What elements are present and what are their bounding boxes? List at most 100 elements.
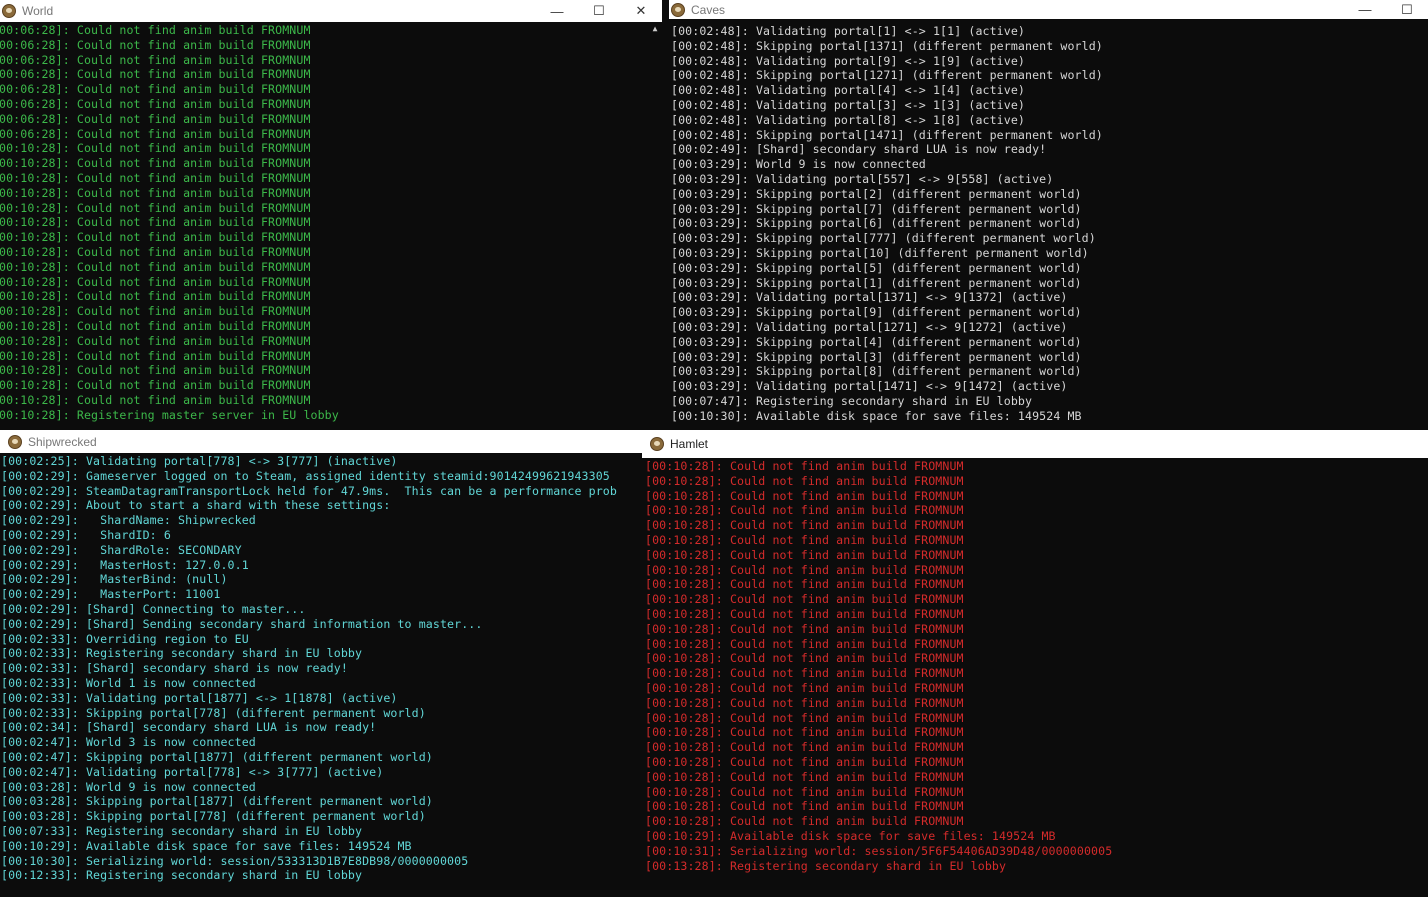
console-line: 00:06:28]: Could not find anim build FRO… — [0, 67, 311, 82]
console-line: [00:10:28]: Could not find anim build FR… — [645, 621, 964, 636]
console-line: [00:10:28]: Could not find anim build FR… — [645, 799, 964, 814]
console-line: [00:10:28]: Could not find anim build FR… — [645, 503, 964, 518]
scroll-up-icon[interactable]: ▲ — [648, 22, 662, 36]
console-line: [00:10:31]: Serializing world: session/5… — [645, 843, 1113, 858]
console-line: 00:10:28]: Could not find anim build FRO… — [0, 259, 311, 274]
console-line: [00:02:47]: Skipping portal[1877] (diffe… — [1, 749, 433, 764]
caves-console-window[interactable]: Caves — ☐ [00:02:48]: Validating portal[… — [669, 0, 1428, 432]
console-line: [00:02:48]: Validating portal[4] <-> 1[4… — [671, 83, 1026, 98]
console-line: [00:10:28]: Could not find anim build FR… — [645, 814, 964, 829]
world-console-window[interactable]: World — ☐ ✕ 00:06:28]: Could not find an… — [0, 0, 662, 430]
console-line: [00:10:28]: Could not find anim build FR… — [645, 725, 964, 740]
console-line: [00:10:28]: Could not find anim build FR… — [645, 562, 964, 577]
console-line: [00:10:28]: Could not find anim build FR… — [645, 636, 964, 651]
console-line: [00:10:28]: Could not find anim build FR… — [645, 666, 964, 681]
console-line: [00:10:30]: Available disk space for sav… — [671, 408, 1082, 423]
console-line: [00:10:28]: Could not find anim build FR… — [645, 532, 964, 547]
close-icon[interactable]: ✕ — [620, 3, 662, 19]
caves-console-output[interactable]: [00:02:48]: Validating portal[1] <-> 1[1… — [671, 24, 1428, 432]
console-line: [00:02:33]: [Shard] secondary shard is n… — [1, 661, 348, 676]
console-line: [00:02:33]: Overriding region to EU — [1, 631, 249, 646]
console-line: 00:06:28]: Could not find anim build FRO… — [0, 96, 311, 111]
console-line: [00:07:47]: Registering secondary shard … — [671, 393, 1033, 408]
console-line: [00:10:28]: Could not find anim build FR… — [645, 651, 964, 666]
console-line: 00:06:28]: Could not find anim build FRO… — [0, 111, 311, 126]
console-line: [00:02:33]: Registering secondary shard … — [1, 646, 363, 661]
console-line: [00:02:48]: Skipping portal[1371] (diffe… — [671, 38, 1103, 53]
console-line: [00:03:29]: Skipping portal[777] (differ… — [671, 231, 1096, 246]
console-line: 00:06:28]: Could not find anim build FRO… — [0, 126, 311, 141]
console-line: [00:03:28]: Skipping portal[1877] (diffe… — [1, 794, 433, 809]
console-line: [00:02:48]: Validating portal[1] <-> 1[1… — [671, 24, 1026, 38]
console-line: [00:10:28]: Could not find anim build FR… — [645, 473, 964, 488]
maximize-icon[interactable]: ☐ — [578, 3, 620, 19]
console-line: 00:06:28]: Could not find anim build FRO… — [0, 23, 311, 37]
console-line: [00:10:28]: Could not find anim build FR… — [645, 592, 964, 607]
maximize-icon[interactable]: ☐ — [1386, 2, 1428, 18]
console-line: 00:06:28]: Could not find anim build FRO… — [0, 37, 311, 52]
console-line: [00:10:28]: Could not find anim build FR… — [645, 518, 964, 533]
console-line: [00:02:29]: ShardID: 6 — [1, 527, 171, 542]
console-line: [00:10:28]: Could not find anim build FR… — [645, 740, 964, 755]
console-line: [00:03:28]: World 9 is now connected — [1, 779, 256, 794]
console-line: 00:10:28]: Could not find anim build FRO… — [0, 318, 311, 333]
console-line: [00:03:28]: Skipping portal[778] (differ… — [1, 809, 426, 824]
console-line: [00:03:29]: Skipping portal[7] (differen… — [671, 201, 1082, 216]
console-line: [00:02:34]: [Shard] secondary shard LUA … — [1, 720, 377, 735]
dont-starve-app-icon — [8, 434, 22, 449]
dont-starve-app-icon — [2, 4, 16, 18]
shipwrecked-console-output[interactable]: [00:02:25]: Validating portal[778] <-> 3… — [1, 454, 648, 897]
console-line: [00:12:33]: Registering secondary shard … — [1, 868, 363, 883]
world-scrollbar[interactable]: ▲ — [648, 22, 662, 430]
console-line: 00:10:28]: Could not find anim build FRO… — [0, 156, 311, 171]
console-line: [00:10:28]: Could not find anim build FR… — [645, 606, 964, 621]
console-line: [00:02:48]: Validating portal[8] <-> 1[8… — [671, 112, 1026, 127]
console-line: 00:10:28]: Could not find anim build FRO… — [0, 333, 311, 348]
console-line: [00:02:29]: ShardName: Shipwrecked — [1, 513, 256, 528]
console-line: [00:02:29]: About to start a shard with … — [1, 498, 391, 513]
hamlet-console-output[interactable]: [00:10:28]: Could not find anim build FR… — [645, 459, 1428, 897]
console-line: [00:10:28]: Could not find anim build FR… — [645, 680, 964, 695]
console-line: [00:10:28]: Could not find anim build FR… — [645, 695, 964, 710]
shipwrecked-console-window[interactable]: Shipwrecked [00:02:25]: Validating porta… — [0, 430, 648, 897]
minimize-icon[interactable]: — — [536, 4, 578, 19]
console-line: [00:02:48]: Skipping portal[1471] (diffe… — [671, 127, 1103, 142]
console-line: [00:10:29]: Available disk space for sav… — [645, 828, 1056, 843]
console-line: [00:03:29]: World 9 is now connected — [671, 157, 926, 172]
console-line: 00:06:28]: Could not find anim build FRO… — [0, 82, 311, 97]
console-line: [00:03:29]: Skipping portal[6] (differen… — [671, 216, 1082, 231]
console-line: [00:10:29]: Available disk space for sav… — [1, 838, 412, 853]
console-line: 00:10:28]: Registering master server in … — [0, 407, 339, 422]
hamlet-titlebar[interactable]: Hamlet — [642, 430, 1428, 458]
world-titlebar[interactable]: World — ☐ ✕ — [0, 0, 662, 22]
console-line: [00:02:33]: Skipping portal[778] (differ… — [1, 705, 426, 720]
console-line: [00:03:29]: Validating portal[557] <-> 9… — [671, 171, 1054, 186]
world-console-output[interactable]: 00:06:28]: Could not find anim build FRO… — [0, 23, 648, 430]
console-line: [00:02:33]: Validating portal[1877] <-> … — [1, 690, 398, 705]
console-line: [00:02:29]: ShardRole: SECONDARY — [1, 542, 242, 557]
caves-titlebar[interactable]: Caves — ☐ — [669, 0, 1428, 19]
console-line: 00:10:28]: Could not find anim build FRO… — [0, 392, 311, 407]
console-line: [00:10:28]: Could not find anim build FR… — [645, 488, 964, 503]
console-line: [00:02:48]: Validating portal[9] <-> 1[9… — [671, 53, 1026, 68]
minimize-icon[interactable]: — — [1344, 2, 1386, 17]
dont-starve-app-icon — [650, 437, 664, 451]
console-line: [00:10:28]: Could not find anim build FR… — [645, 784, 964, 799]
hamlet-window-title: Hamlet — [670, 437, 709, 451]
console-line: [00:02:25]: Validating portal[778] <-> 3… — [1, 454, 398, 468]
console-line: 00:10:28]: Could not find anim build FRO… — [0, 244, 311, 259]
console-line: [00:03:29]: Skipping portal[4] (differen… — [671, 334, 1082, 349]
console-line: [00:10:28]: Could not find anim build FR… — [645, 754, 964, 769]
hamlet-console-window[interactable]: Hamlet [00:10:28]: Could not find anim b… — [642, 430, 1428, 897]
console-line: 00:10:28]: Could not find anim build FRO… — [0, 215, 311, 230]
console-line: 00:10:28]: Could not find anim build FRO… — [0, 363, 311, 378]
shipwrecked-titlebar[interactable]: Shipwrecked — [0, 430, 648, 453]
console-line: 00:06:28]: Could not find anim build FRO… — [0, 52, 311, 67]
console-line: [00:03:29]: Validating portal[1271] <-> … — [671, 319, 1068, 334]
console-line: [00:10:28]: Could not find anim build FR… — [645, 459, 964, 473]
world-window-title: World — [22, 4, 54, 18]
console-line: [00:03:29]: Skipping portal[8] (differen… — [671, 364, 1082, 379]
console-line: [00:10:28]: Could not find anim build FR… — [645, 769, 964, 784]
console-line: [00:03:29]: Skipping portal[1] (differen… — [671, 275, 1082, 290]
dont-starve-app-icon — [671, 2, 685, 17]
